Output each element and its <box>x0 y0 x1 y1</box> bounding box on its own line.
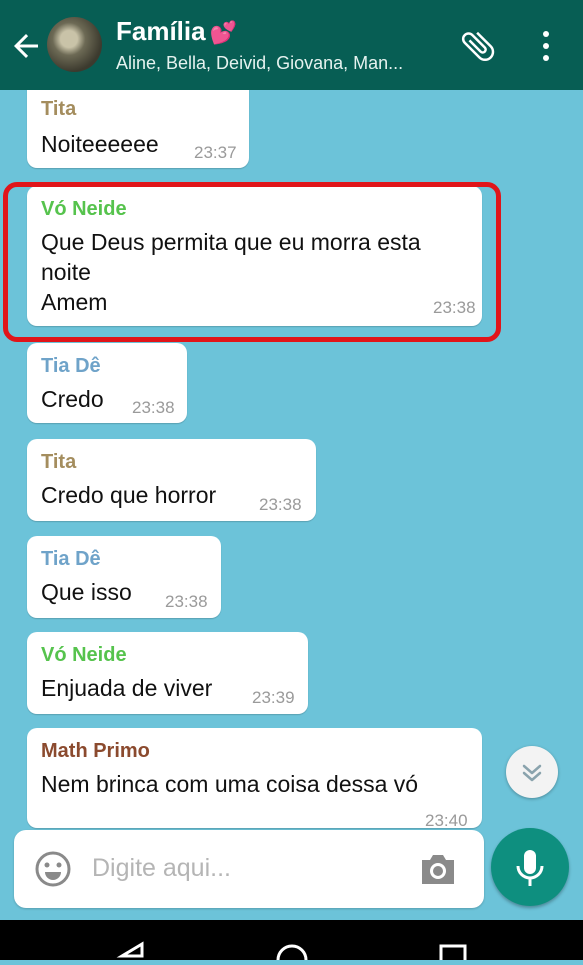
group-avatar[interactable] <box>47 17 102 72</box>
message-time: 23:39 <box>252 688 295 707</box>
group-name: Família <box>116 16 206 46</box>
smiley-icon[interactable] <box>34 850 72 888</box>
message-text: Amem <box>41 289 108 315</box>
message-time: 23:38 <box>259 495 302 514</box>
message-sender: Vó Neide <box>41 644 127 666</box>
heart-emoji-icon: 💕 <box>209 20 237 45</box>
more-vert-icon[interactable] <box>534 26 558 66</box>
message-input[interactable]: Digite aqui... <box>92 854 231 883</box>
message-text: Credo que horror <box>41 482 217 508</box>
message-text: Que Deus permita que eu morra esta <box>41 229 421 255</box>
chevron-double-down-icon <box>522 764 542 782</box>
message-text: Noiteeeeee <box>41 131 159 157</box>
mic-icon <box>516 850 544 886</box>
message-time: 23:38 <box>433 298 476 317</box>
recents-square-icon[interactable] <box>439 944 467 965</box>
chat-header: Família 💕 Aline, Bella, Deivid, Giovana, … <box>0 0 583 90</box>
message-sender: Tita <box>41 451 77 473</box>
message-text: Credo <box>41 386 104 412</box>
nav-icons <box>116 941 467 965</box>
system-nav-bar <box>0 920 583 965</box>
message-list[interactable]: Tita Noiteeeeee 23:37 Vó Neide Que Deus … <box>0 90 583 830</box>
message-bubble[interactable]: Vó Neide Que Deus permita que eu morra e… <box>27 186 482 326</box>
message-bubble[interactable]: Math Primo Nem brinca com uma coisa dess… <box>27 728 482 830</box>
message-bubble[interactable]: Tita Noiteeeeee 23:37 <box>27 90 249 168</box>
back-arrow-icon[interactable] <box>8 28 44 64</box>
message-time: 23:38 <box>132 398 175 417</box>
home-circle-icon[interactable] <box>276 944 308 965</box>
message-text: Que isso <box>41 579 132 605</box>
message-bubble[interactable]: Vó Neide Enjuada de viver 23:39 <box>27 632 308 714</box>
message-time: 23:40 <box>425 811 468 830</box>
message-time: 23:38 <box>165 592 208 611</box>
message-sender: Math Primo <box>41 740 150 762</box>
message-bubble[interactable]: Tita Credo que horror 23:38 <box>27 439 316 521</box>
back-triangle-icon[interactable] <box>116 941 144 958</box>
message-sender: Vó Neide <box>41 198 127 220</box>
message-sender: Tia Dê <box>41 548 101 570</box>
mic-button[interactable] <box>491 828 569 906</box>
message-time: 23:37 <box>194 143 237 162</box>
message-text: noite <box>41 259 91 285</box>
message-text: Nem brinca com uma coisa dessa vó <box>41 771 419 797</box>
group-title[interactable]: Família 💕 <box>116 16 237 47</box>
paperclip-icon[interactable] <box>458 26 498 66</box>
message-sender: Tita <box>41 98 77 120</box>
message-bubble[interactable]: Tia Dê Credo 23:38 <box>27 343 187 423</box>
camera-icon[interactable] <box>418 850 458 888</box>
message-text: Enjuada de viver <box>41 675 213 701</box>
message-sender: Tia Dê <box>41 355 101 377</box>
group-members[interactable]: Aline, Bella, Deivid, Giovana, Man... <box>116 53 403 74</box>
message-bubble[interactable]: Tia Dê Que isso 23:38 <box>27 536 221 618</box>
message-input-box[interactable]: Digite aqui... <box>14 830 484 908</box>
scroll-down-button[interactable] <box>506 746 558 798</box>
